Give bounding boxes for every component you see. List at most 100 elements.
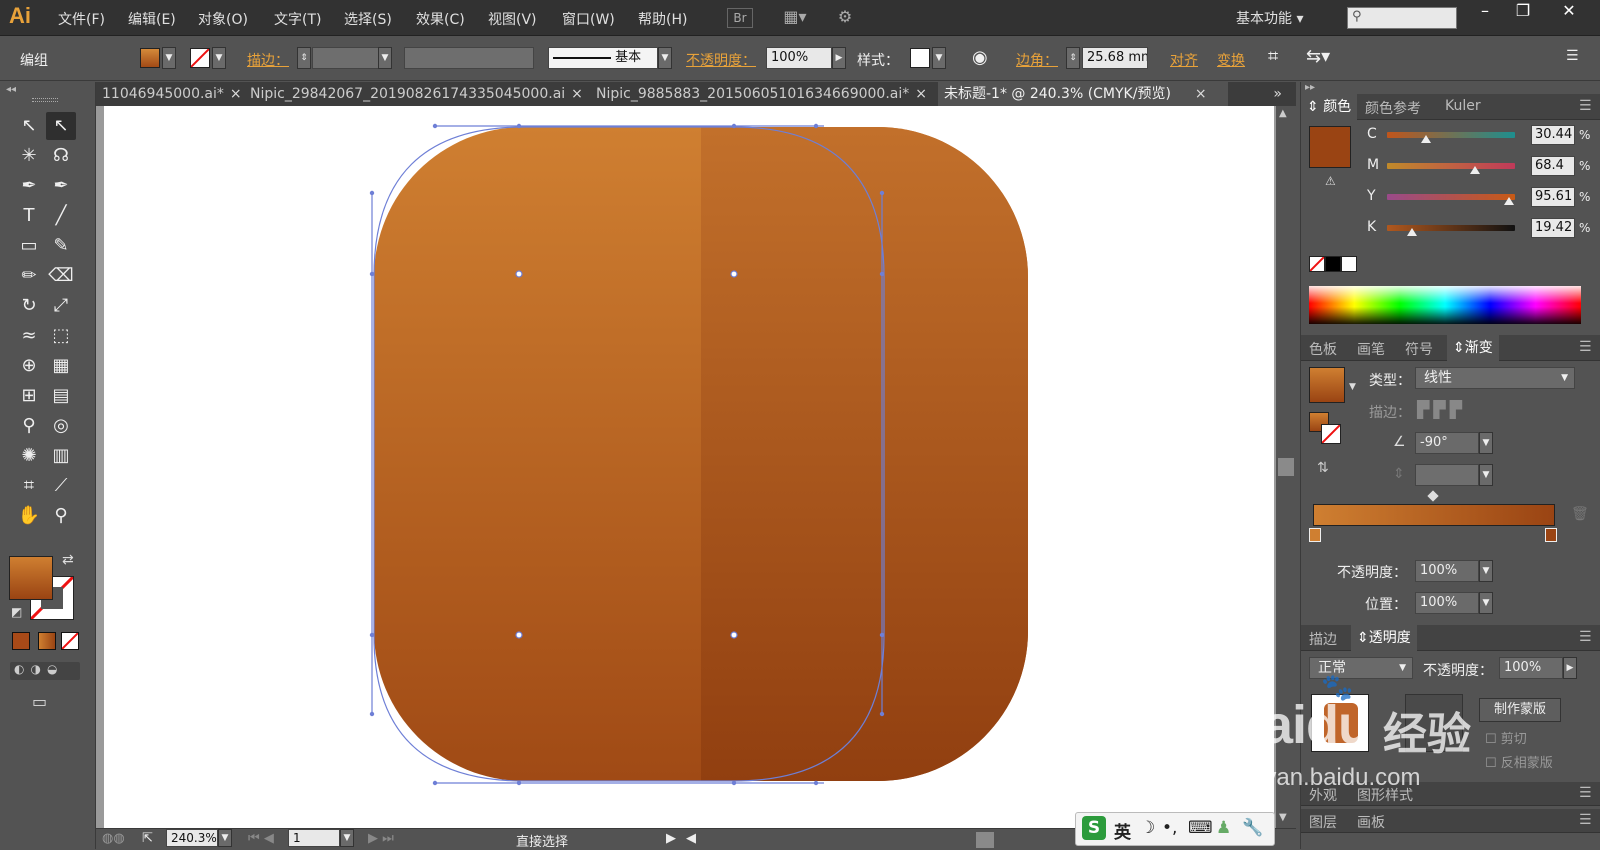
stroke-gradient-chip[interactable] <box>1321 424 1341 444</box>
drawing-modes-icon[interactable]: ◐◑◒ <box>10 662 80 680</box>
curvature-tool-icon[interactable]: ✒ <box>46 172 76 200</box>
panel-grip[interactable] <box>32 98 58 102</box>
wrench-icon[interactable]: 🔧 <box>1242 818 1263 838</box>
zoom-tool-icon[interactable]: ⚲ <box>46 502 76 530</box>
aspect-ratio-dropdown[interactable]: ▼ <box>1479 464 1493 486</box>
menu-view[interactable]: 视图(V) <box>488 9 537 29</box>
menu-select[interactable]: 选择(S) <box>344 9 392 29</box>
stop-opacity-field[interactable]: 100% <box>1415 560 1479 582</box>
tab-brushes[interactable]: 画笔 <box>1357 339 1385 359</box>
tab-document-4[interactable]: 未标题-1* @ 240.3% (CMYK/预览) × <box>938 82 1228 106</box>
variable-width-profile[interactable] <box>404 47 534 69</box>
corner-radius-field[interactable]: 25.68 mm <box>1082 47 1148 69</box>
artwork[interactable] <box>104 106 1274 828</box>
selection-tool-icon[interactable]: ↖ <box>14 112 44 140</box>
panel-menu-icon[interactable]: ☰ <box>1579 812 1592 828</box>
gradient-tool-icon[interactable]: ▤ <box>46 382 76 410</box>
user-icon[interactable]: ♟ <box>1216 818 1231 838</box>
sogou-logo-icon[interactable]: S <box>1082 816 1106 840</box>
mesh-tool-icon[interactable]: ⊞ <box>14 382 44 410</box>
hscroll-left-icon[interactable]: ◀ <box>686 831 696 846</box>
shape-builder-tool-icon[interactable]: ⊕ <box>14 352 44 380</box>
tab-gradient[interactable]: ⇕渐变 <box>1447 335 1499 361</box>
align-link[interactable]: 对齐 <box>1170 50 1198 70</box>
column-graph-tool-icon[interactable]: ▥ <box>46 442 76 470</box>
slice-tool-icon[interactable]: ⟋ <box>46 472 76 500</box>
current-color-swatch[interactable] <box>1309 126 1351 168</box>
panel-menu-icon[interactable]: ☰ <box>1579 629 1592 645</box>
horizontal-scroll-thumb[interactable] <box>976 832 994 848</box>
none-mode-icon[interactable] <box>61 632 79 650</box>
stroke-weight-stepper[interactable]: ⇕ <box>297 47 311 69</box>
tab-close-icon[interactable]: × <box>1195 86 1207 102</box>
channel-c-value[interactable]: 30.44 <box>1531 125 1575 145</box>
tab-symbols[interactable]: 符号 <box>1405 339 1433 359</box>
minimize-button[interactable]: – <box>1467 0 1503 24</box>
out-of-gamut-icon[interactable]: ⚠ <box>1325 174 1336 188</box>
tab-close-icon[interactable]: × <box>230 86 242 102</box>
channel-m-value[interactable]: 68.4 <box>1531 156 1575 176</box>
zoom-dropdown[interactable]: ▼ <box>218 829 232 847</box>
channel-y-value[interactable]: 95.61 <box>1531 187 1575 207</box>
menu-edit[interactable]: 编辑(E) <box>128 9 176 29</box>
angle-field[interactable]: -90° <box>1415 432 1479 454</box>
eyedropper-tool-icon[interactable]: ⚲ <box>14 412 44 440</box>
panel-menu-icon[interactable]: ☰ <box>1579 339 1592 355</box>
isolate-group-icon[interactable]: ⌗ <box>1268 46 1278 67</box>
delete-stop-icon[interactable]: 🗑 <box>1571 506 1589 522</box>
default-colors-icon[interactable]: ◩ <box>11 605 22 619</box>
tab-color-guide[interactable]: 颜色参考 <box>1365 98 1421 118</box>
gradient-mode-icon[interactable] <box>38 632 56 650</box>
layer-opacity-field[interactable]: 100% <box>1499 657 1563 679</box>
free-transform-tool-icon[interactable]: ⬚ <box>46 322 76 350</box>
tab-transparency[interactable]: ⇕透明度 <box>1351 625 1417 651</box>
ime-language[interactable]: 英 <box>1114 818 1131 843</box>
gradient-midpoint[interactable] <box>1427 490 1439 502</box>
tab-overflow-icon[interactable]: » <box>1273 82 1282 106</box>
panel-menu-icon[interactable]: ☰ <box>1579 98 1592 114</box>
channel-y-knob[interactable] <box>1504 197 1515 205</box>
gradient-stop-end[interactable] <box>1545 528 1557 542</box>
gradient-presets-arrow[interactable]: ▼ <box>1349 382 1356 392</box>
stroke-dropdown[interactable]: ▼ <box>212 47 226 69</box>
arrange-documents-icon[interactable]: ▦▾ <box>778 8 812 28</box>
graphic-style-swatch[interactable] <box>910 48 930 68</box>
menu-window[interactable]: 窗口(W) <box>562 9 615 29</box>
invert-mask-checkbox[interactable]: ☐ 反相蒙版 <box>1485 752 1553 771</box>
stroke-weight-dropdown[interactable]: ▼ <box>378 47 392 69</box>
direct-selection-tool-icon[interactable]: ↖ <box>46 112 76 140</box>
tab-layers[interactable]: 图层 <box>1309 812 1337 832</box>
stroke-swatch[interactable] <box>190 48 210 68</box>
export-icon[interactable]: ⇱ <box>142 831 153 846</box>
brush-dropdown[interactable]: ▼ <box>658 47 672 69</box>
pen-tool-icon[interactable]: ✒ <box>14 172 44 200</box>
gradient-stop-start[interactable] <box>1309 528 1321 542</box>
keyboard-icon[interactable]: ⌨ <box>1188 818 1213 838</box>
zoom-field[interactable]: 240.3% <box>166 829 218 847</box>
opacity-field[interactable]: 100% <box>766 47 832 69</box>
eraser-tool-icon[interactable]: ⌫ <box>46 262 76 290</box>
artboard[interactable] <box>104 106 1274 828</box>
fill-swatch[interactable] <box>140 48 160 68</box>
gradient-thumbnail[interactable] <box>1309 367 1345 403</box>
channel-k-knob[interactable] <box>1406 228 1417 236</box>
stop-position-dropdown[interactable]: ▼ <box>1479 592 1493 614</box>
color-mode-icon[interactable] <box>12 632 30 650</box>
channel-c-slider[interactable] <box>1387 132 1515 138</box>
expand-panels-icon[interactable]: ▸▸ <box>1305 82 1315 93</box>
layer-opacity-arrow[interactable]: ▶ <box>1563 657 1577 679</box>
scroll-up-icon[interactable]: ▲ <box>1279 108 1287 119</box>
gradient-slider[interactable] <box>1313 504 1555 526</box>
scale-tool-icon[interactable]: ⤢ <box>46 292 76 320</box>
paintbrush-tool-icon[interactable]: ✎ <box>46 232 76 260</box>
artboard-tool-icon[interactable]: ⌗ <box>14 472 44 500</box>
menu-file[interactable]: 文件(F) <box>58 9 105 29</box>
channel-y-slider[interactable] <box>1387 194 1515 200</box>
stroke-gradient-options[interactable]: ▛▛▛ <box>1417 400 1497 422</box>
tab-document-3[interactable]: Nipic_9885883_20150605101634669000.ai* × <box>590 82 934 106</box>
tab-stroke[interactable]: 描边 <box>1309 629 1337 649</box>
artboard-dropdown[interactable]: ▼ <box>340 829 354 847</box>
gradient-type-select[interactable]: 线性 ▼ <box>1415 367 1575 389</box>
angle-dropdown[interactable]: ▼ <box>1479 432 1493 454</box>
menu-type[interactable]: 文字(T) <box>274 9 321 29</box>
